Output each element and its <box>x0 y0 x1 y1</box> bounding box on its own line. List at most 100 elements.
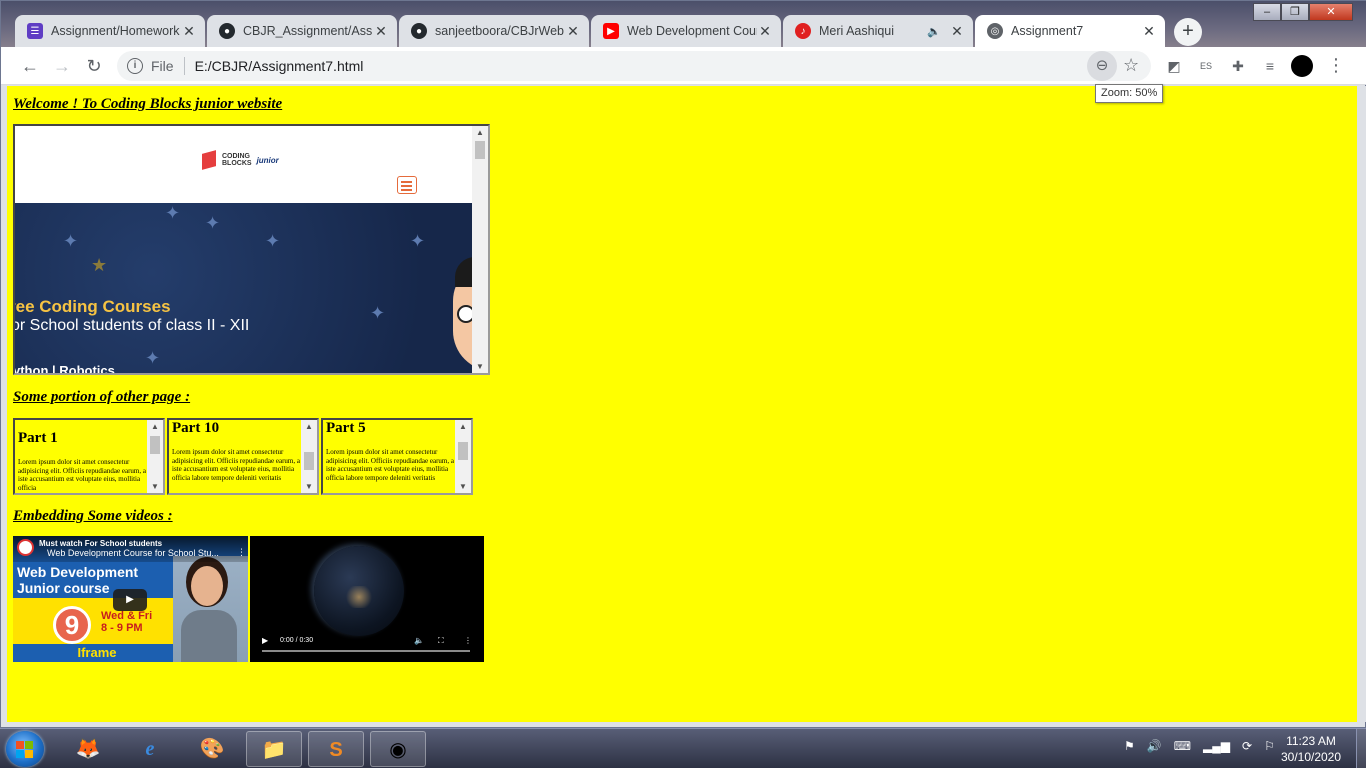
volume-icon[interactable]: 🔊 <box>1147 739 1162 753</box>
part-scrollbar[interactable]: ▲ ▼ <box>455 420 471 493</box>
youtube-embed[interactable]: Web Development Junior course 9 Wed & Fr… <box>13 536 248 662</box>
page-scrollbar[interactable] <box>1357 86 1366 722</box>
scroll-up-arrow-icon[interactable]: ▲ <box>147 422 163 431</box>
logo-line1: CODING <box>222 153 250 160</box>
close-icon[interactable]: ✕ <box>949 23 965 40</box>
minimize-button[interactable]: – <box>1253 3 1281 21</box>
speaker-icon[interactable]: 🔈 <box>927 25 941 38</box>
close-icon[interactable]: ✕ <box>373 23 389 40</box>
videos-heading: Embedding Some videos : <box>13 508 173 524</box>
internet-explorer-icon[interactable]: e <box>122 731 178 767</box>
more-menu-icon[interactable]: ⋮ <box>1327 55 1345 76</box>
scroll-down-arrow-icon[interactable]: ▼ <box>455 482 471 491</box>
iframe-scrollbar[interactable]: ▲ ▼ <box>472 126 488 373</box>
tab-sanjeetboora[interactable]: ● sanjeetboora/CBJrWeb ✕ <box>399 15 589 47</box>
star-icon: ✦ <box>63 231 79 251</box>
part-frame-1[interactable]: Part 1 Lorem ipsum dolor sit amet consec… <box>13 418 165 495</box>
part-scrollbar[interactable]: ▲ ▼ <box>301 420 317 493</box>
coding-blocks-logo[interactable]: CODING BLOCKS junior <box>202 150 279 170</box>
tab-strip: ☰ Assignment/Homework ✕ ● CBJR_Assignmen… <box>1 1 1366 47</box>
scheme-label: File <box>151 58 174 74</box>
show-desktop-button[interactable] <box>1356 729 1366 768</box>
extensions-puzzle-icon[interactable]: ✚ <box>1229 57 1247 75</box>
star-icon: ✦ <box>145 348 161 368</box>
tab-cbjr-assignment[interactable]: ● CBJR_Assignment/Assig ✕ <box>207 15 397 47</box>
thumb-yellow-band <box>13 598 183 646</box>
scroll-down-arrow-icon[interactable]: ▼ <box>147 482 163 491</box>
part-text: Lorem ipsum dolor sit amet consectetur a… <box>172 448 300 482</box>
divider <box>183 57 185 75</box>
globe-icon: ◎ <box>987 23 1003 39</box>
star-icon: ✦ <box>265 231 281 251</box>
scroll-up-arrow-icon[interactable]: ▲ <box>301 422 317 431</box>
sync-icon[interactable]: ⟳ <box>1242 739 1252 753</box>
zoom-icon[interactable]: ⊖ <box>1087 51 1117 81</box>
channel-avatar[interactable] <box>17 539 34 556</box>
back-arrow-icon[interactable]: ← <box>19 55 41 77</box>
tab-meri-aashiqui[interactable]: ♪ Meri Aashiqui 🔈 ✕ <box>783 15 973 47</box>
pdf-extension-icon[interactable]: ◩ <box>1165 57 1183 75</box>
tab-web-development[interactable]: ▶ Web Development Cour ✕ <box>591 15 781 47</box>
profile-avatar[interactable] <box>1291 55 1313 77</box>
play-icon[interactable]: ▶ <box>262 636 268 645</box>
scroll-up-arrow-icon[interactable]: ▲ <box>455 422 471 431</box>
part-text: Lorem ipsum dolor sit amet consectetur a… <box>18 458 146 492</box>
action-center-icon[interactable]: ⚑ <box>1124 739 1135 753</box>
play-button[interactable]: ▶ <box>113 589 147 611</box>
forward-arrow-icon[interactable]: → <box>51 55 73 77</box>
star-icon: ✦ <box>165 203 181 223</box>
more-options-icon[interactable]: ⋮ <box>464 636 472 645</box>
tab-assignment-homework[interactable]: ☰ Assignment/Homework ✕ <box>15 15 205 47</box>
bookmark-star-icon[interactable]: ☆ <box>1123 55 1139 76</box>
fullscreen-icon[interactable]: ⛶ <box>438 636 444 646</box>
flag-icon[interactable]: ⚐ <box>1264 739 1275 753</box>
logo-text: CODING BLOCKS <box>222 153 252 167</box>
reload-icon[interactable]: ↻ <box>83 55 105 77</box>
browser-window: ☰ Assignment/Homework ✕ ● CBJR_Assignmen… <box>0 0 1366 728</box>
welcome-heading: Welcome ! To Coding Blocks junior websit… <box>13 96 283 112</box>
url-text[interactable]: E:/CBJR/Assignment7.html <box>195 58 364 74</box>
sublime-text-icon[interactable]: S <box>308 731 364 767</box>
info-icon[interactable]: i <box>127 58 143 74</box>
more-options-icon[interactable]: ⋮ <box>237 547 246 558</box>
site-banner: ✦ ✦ ✦ ✦ ✦ ✦ ★ ✦ ree Coding Courses or Sc… <box>15 203 473 373</box>
keyboard-icon[interactable]: ⌨ <box>1174 739 1191 753</box>
presenter-image <box>173 556 248 662</box>
system-clock[interactable]: 11:23 AM 30/10/2020 <box>1280 733 1342 765</box>
scroll-thumb[interactable] <box>150 436 160 454</box>
es-extension-icon[interactable]: ES <box>1197 57 1215 75</box>
html5-video-player[interactable]: ▶ 0:00 / 0:30 🔈 ⛶ ⋮ <box>250 536 484 662</box>
start-button[interactable] <box>6 731 44 767</box>
new-tab-button[interactable]: + <box>1174 18 1202 46</box>
close-icon[interactable]: ✕ <box>757 23 773 40</box>
chrome-icon[interactable]: ◉ <box>370 731 426 767</box>
part-frame-10[interactable]: Part 10 Lorem ipsum dolor sit amet conse… <box>167 418 319 495</box>
paint-icon[interactable]: 🎨 <box>184 731 240 767</box>
part-frame-5[interactable]: Part 5 Lorem ipsum dolor sit amet consec… <box>321 418 473 495</box>
network-signal-icon[interactable]: ▂▄▆ <box>1203 739 1230 753</box>
scroll-thumb[interactable] <box>304 452 314 470</box>
scroll-thumb[interactable] <box>458 442 468 460</box>
hamburger-menu-icon[interactable] <box>397 176 417 194</box>
close-icon[interactable]: ✕ <box>181 23 197 40</box>
youtube-icon: ▶ <box>603 23 619 39</box>
video-title[interactable]: Web Development Course for School Stu... <box>47 548 222 558</box>
media-queue-icon[interactable]: ≡ <box>1261 57 1279 75</box>
scroll-up-arrow-icon[interactable]: ▲ <box>472 128 488 137</box>
scroll-down-arrow-icon[interactable]: ▼ <box>472 362 488 371</box>
video-progress-bar[interactable] <box>262 650 470 652</box>
window-close-button[interactable]: ✕ <box>1309 3 1353 21</box>
embedded-website-frame[interactable]: CODING BLOCKS junior ✦ ✦ ✦ ✦ ✦ ✦ ★ ✦ ree… <box>13 124 490 375</box>
scroll-thumb[interactable] <box>475 141 485 159</box>
close-icon[interactable]: ✕ <box>1141 23 1157 40</box>
file-explorer-icon[interactable]: 📁 <box>246 731 302 767</box>
address-bar[interactable]: i File E:/CBJR/Assignment7.html <box>117 51 1151 81</box>
maximize-button[interactable]: ❐ <box>1281 3 1309 21</box>
close-icon[interactable]: ✕ <box>565 23 581 40</box>
firefox-icon[interactable]: 🦊 <box>60 731 116 767</box>
character-illustration <box>453 257 473 371</box>
volume-icon[interactable]: 🔈 <box>414 636 424 645</box>
tab-assignment7[interactable]: ◎ Assignment7 ✕ <box>975 15 1165 47</box>
scroll-down-arrow-icon[interactable]: ▼ <box>301 482 317 491</box>
part-scrollbar[interactable]: ▲ ▼ <box>147 420 163 493</box>
